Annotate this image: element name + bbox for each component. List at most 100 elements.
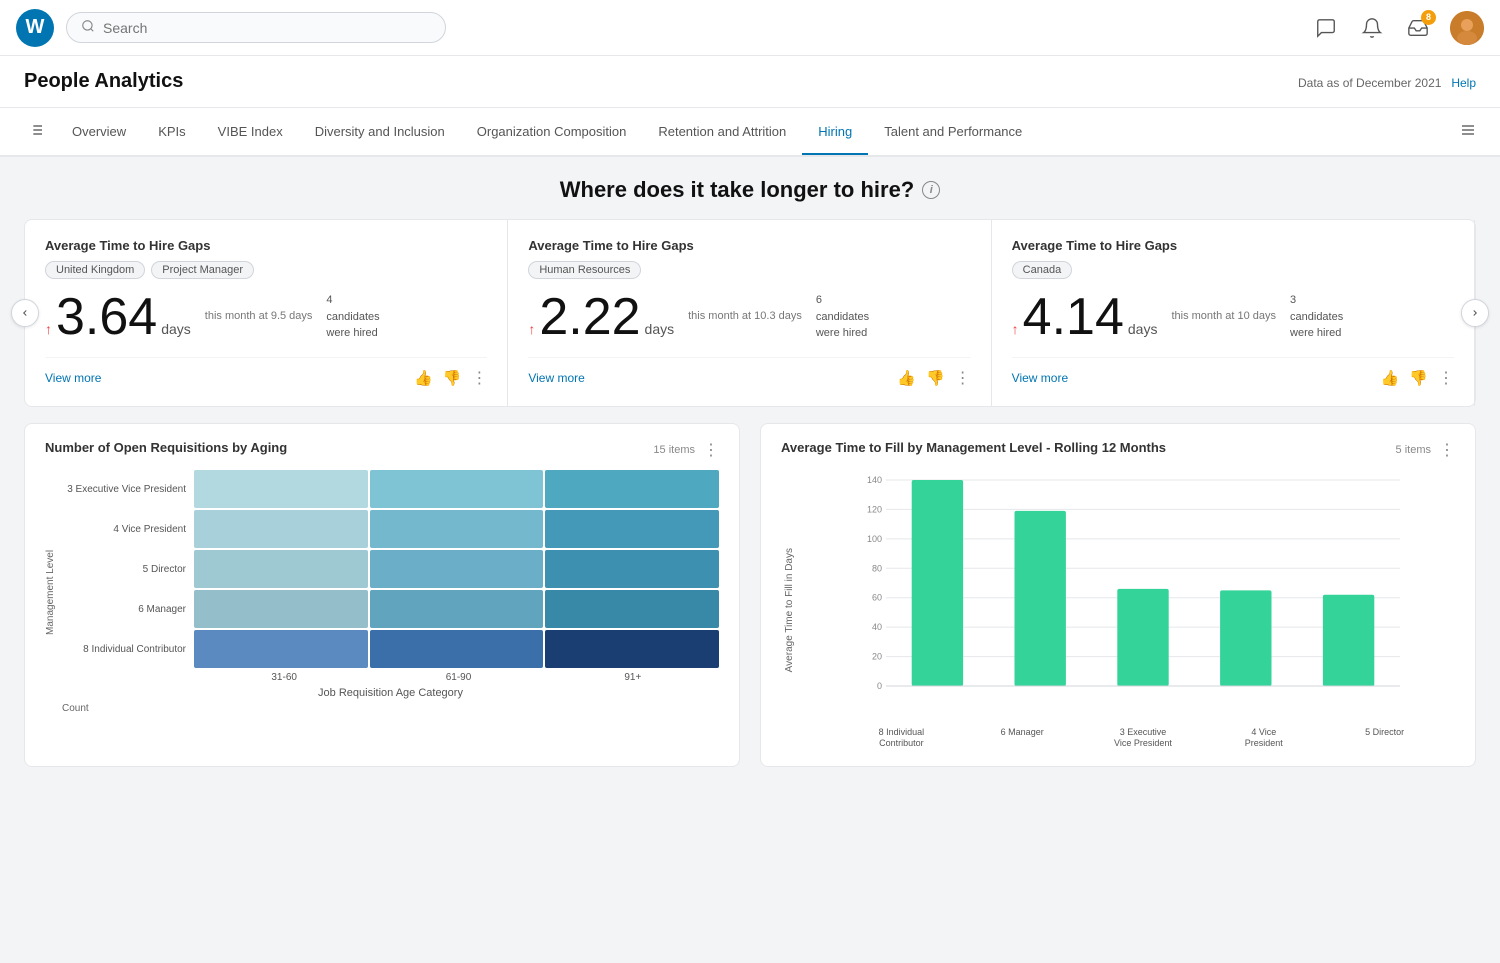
hire-card-1-main: ↑ 3.64 days (45, 291, 191, 343)
up-arrow-2: ↑ (528, 321, 535, 337)
tab-org-composition[interactable]: Organization Composition (461, 110, 643, 155)
thumbs-up-1[interactable]: 👍 (414, 369, 433, 387)
tab-overview[interactable]: Overview (56, 110, 142, 155)
heatmap-row: 4 Vice President (62, 510, 719, 548)
heatmap-cell (545, 630, 719, 668)
notification-icon[interactable] (1358, 14, 1386, 42)
up-arrow-1: ↑ (45, 321, 52, 337)
search-bar[interactable] (66, 12, 446, 43)
tab-retention[interactable]: Retention and Attrition (642, 110, 802, 155)
help-link[interactable]: Help (1451, 76, 1476, 90)
more-options-2[interactable]: ⋮ (955, 368, 971, 388)
heatmap-cell (194, 550, 368, 588)
svg-text:80: 80 (872, 563, 882, 573)
search-icon (81, 19, 95, 36)
heatmap-header: Number of Open Requisitions by Aging 15 … (45, 440, 719, 460)
hire-card-1-number: 3.64 (56, 291, 157, 343)
next-card-button[interactable] (1461, 299, 1489, 327)
hire-card-1-view-more[interactable]: View more (45, 371, 101, 385)
heatmap-row: 6 Manager (62, 590, 719, 628)
heatmap-cell (545, 470, 719, 508)
user-avatar[interactable] (1450, 11, 1484, 45)
bar-chart-y-label: Average Time to Fill in Days (783, 548, 796, 672)
search-input[interactable] (103, 20, 431, 36)
hire-card-2-footer: View more 👍 👎 ⋮ (528, 357, 970, 388)
chat-icon[interactable] (1312, 14, 1340, 42)
prev-card-button[interactable] (11, 299, 39, 327)
top-nav-actions: 8 (1312, 11, 1484, 45)
hire-card-2-view-more[interactable]: View more (528, 371, 584, 385)
heatmap-inner: 3 Executive Vice President4 Vice Preside… (62, 470, 719, 714)
bar-x-label: 5 Director (1324, 727, 1445, 750)
hire-cards-row: Average Time to Hire Gaps United Kingdom… (24, 219, 1476, 407)
inbox-icon[interactable]: 8 (1404, 14, 1432, 42)
thumbs-down-2[interactable]: 👎 (926, 369, 945, 387)
thumbs-down-1[interactable]: 👎 (443, 369, 462, 387)
heatmap-x-axis-label: Job Requisition Age Category (62, 687, 719, 699)
section-title: Where does it take longer to hire? (560, 177, 915, 203)
thumbs-up-3[interactable]: 👍 (1381, 369, 1400, 387)
hire-card-3-title: Average Time to Hire Gaps (1012, 238, 1454, 253)
heatmap-cell (370, 590, 544, 628)
tab-vibe-index[interactable]: VIBE Index (202, 110, 299, 155)
thumbs-up-2[interactable]: 👍 (897, 369, 916, 387)
heatmap-container: Management Level 3 Executive Vice Presid… (45, 470, 719, 714)
heatmap-count-label: Count (62, 703, 719, 714)
charts-row: Number of Open Requisitions by Aging 15 … (24, 423, 1476, 767)
hire-card-2-right: 6candidateswere hired (816, 292, 869, 342)
heatmap-x-tick: 31-60 (198, 672, 370, 683)
hire-card-3-tags: Canada (1012, 261, 1454, 279)
heatmap-row: 3 Executive Vice President (62, 470, 719, 508)
tab-kpis[interactable]: KPIs (142, 110, 201, 155)
heatmap-cells (194, 590, 719, 628)
heatmap-cells (194, 470, 719, 508)
more-options-1[interactable]: ⋮ (471, 368, 487, 388)
heatmap-title: Number of Open Requisitions by Aging (45, 440, 287, 455)
info-icon[interactable]: i (922, 181, 940, 199)
hire-card-1-unit: days (161, 321, 191, 337)
heatmap-more-icon[interactable]: ⋮ (703, 440, 719, 460)
bar-chart-card: Average Time to Fill by Management Level… (760, 423, 1476, 767)
heatmap-x-ticks: 31-6061-9091+ (198, 672, 719, 683)
heatmap-cell (194, 470, 368, 508)
hire-card-1-sub: this month at 9.5 days (205, 309, 313, 324)
heatmap-rows: 3 Executive Vice President4 Vice Preside… (62, 470, 719, 668)
hire-card-2-metric: ↑ 2.22 days this month at 10.3 days 6can… (528, 291, 970, 343)
hire-card-3-right: 3candidateswere hired (1290, 292, 1343, 342)
bar-x-label: 3 ExecutiveVice President (1083, 727, 1204, 750)
tab-diversity[interactable]: Diversity and Inclusion (299, 110, 461, 155)
bar-chart-items: 5 items (1396, 444, 1431, 456)
section-heading: Where does it take longer to hire? i (24, 177, 1476, 203)
heatmap-row: 8 Individual Contributor (62, 630, 719, 668)
data-date: Data as of December 2021 (1298, 76, 1441, 90)
hire-card-3-footer: View more 👍 👎 ⋮ (1012, 357, 1454, 388)
hire-card-2-main: ↑ 2.22 days (528, 291, 674, 343)
hire-card-1-actions: 👍 👎 ⋮ (414, 368, 487, 388)
hire-card-3-unit: days (1128, 321, 1158, 337)
bar-chart-more-icon[interactable]: ⋮ (1439, 440, 1455, 460)
heatmap-row: 5 Director (62, 550, 719, 588)
heatmap-cells (194, 630, 719, 668)
hire-card-3-view-more[interactable]: View more (1012, 371, 1068, 385)
tab-menu-icon[interactable] (1452, 108, 1484, 155)
tag-hr: Human Resources (528, 261, 641, 279)
heatmap-card: Number of Open Requisitions by Aging 15 … (24, 423, 740, 767)
data-date-area: Data as of December 2021 Help (1298, 74, 1476, 90)
bar-x-labels: 8 IndividualContributor6 Manager3 Execut… (805, 727, 1455, 750)
app-logo[interactable]: W (16, 9, 54, 47)
tag-uk: United Kingdom (45, 261, 145, 279)
more-options-3[interactable]: ⋮ (1438, 368, 1454, 388)
bar-chart-inner: 020406080100120140 8 IndividualContribut… (805, 470, 1455, 750)
filter-icon[interactable] (16, 108, 56, 155)
tag-pm: Project Manager (151, 261, 254, 279)
hire-card-2: Average Time to Hire Gaps Human Resource… (508, 220, 991, 406)
hire-card-1: Average Time to Hire Gaps United Kingdom… (25, 220, 508, 406)
heatmap-x-tick: 91+ (547, 672, 719, 683)
bar-chart-header: Average Time to Fill by Management Level… (781, 440, 1455, 460)
tab-hiring[interactable]: Hiring (802, 110, 868, 155)
hire-card-1-metric: ↑ 3.64 days this month at 9.5 days 4cand… (45, 291, 487, 343)
thumbs-down-3[interactable]: 👎 (1409, 369, 1428, 387)
heatmap-cell (370, 630, 544, 668)
tab-talent[interactable]: Talent and Performance (868, 110, 1038, 155)
logo-letter: W (26, 16, 45, 39)
